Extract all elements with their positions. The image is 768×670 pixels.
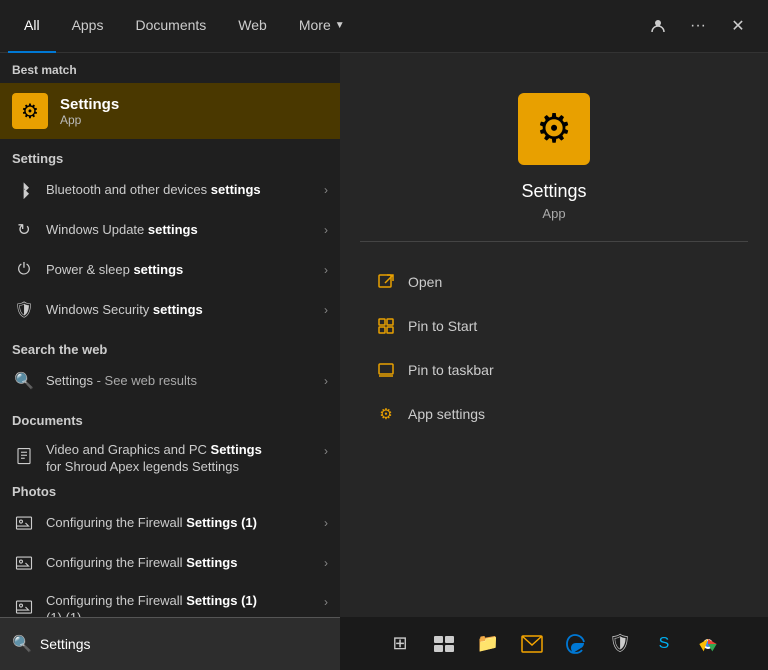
- arrow-icon: ›: [324, 374, 328, 388]
- pin-taskbar-icon: [376, 360, 396, 380]
- open-icon: [376, 272, 396, 292]
- list-item[interactable]: Video and Graphics and PC Settingsfor Sh…: [0, 432, 340, 472]
- list-item[interactable]: Configuring the Firewall Settings (1)(1)…: [0, 583, 340, 617]
- tab-web[interactable]: Web: [222, 0, 283, 53]
- arrow-icon: ›: [324, 556, 328, 570]
- file-explorer-icon[interactable]: 📁: [470, 626, 506, 662]
- person-icon[interactable]: [644, 12, 672, 40]
- photo-icon: [12, 595, 36, 617]
- main-content: Best match ⚙ Settings App Settings Bluet…: [0, 53, 768, 617]
- update-icon: ↻: [12, 218, 36, 242]
- shield-icon: 🛡: [12, 298, 36, 322]
- search-box: 🔍: [0, 617, 340, 670]
- action-app-settings[interactable]: ⚙ App settings: [360, 394, 748, 434]
- arrow-icon: ›: [324, 303, 328, 317]
- action-list: Open Pin to Start Pin to taskbar ⚙ App s…: [360, 262, 748, 434]
- settings-app-icon: ⚙: [12, 93, 48, 129]
- item-text: Bluetooth and other devices settings: [46, 182, 314, 199]
- best-match-info: Settings App: [60, 96, 119, 127]
- search-icon: 🔍: [12, 369, 36, 393]
- task-view-icon[interactable]: [426, 626, 462, 662]
- pin-start-icon: [376, 316, 396, 336]
- start-button[interactable]: ⊞: [382, 626, 418, 662]
- arrow-icon: ›: [324, 263, 328, 277]
- close-icon[interactable]: ✕: [724, 12, 752, 40]
- item-text: Configuring the Firewall Settings (1): [46, 515, 314, 532]
- best-match-label: Best match: [0, 53, 340, 83]
- power-icon: ⏻: [12, 258, 36, 282]
- tab-all[interactable]: All: [8, 0, 56, 53]
- list-item[interactable]: Bluetooth and other devices settings ›: [0, 170, 340, 210]
- list-item[interactable]: 🔍 Settings - See web results ›: [0, 361, 340, 401]
- bluetooth-icon: [12, 178, 36, 202]
- item-text: Power & sleep settings: [46, 262, 314, 279]
- photo-icon: [12, 551, 36, 575]
- list-item[interactable]: 🛡 Windows Security settings ›: [0, 290, 340, 330]
- list-item[interactable]: Configuring the Firewall Settings (1) ›: [0, 503, 340, 543]
- arrow-icon: ›: [324, 595, 328, 609]
- app-type-large: App: [542, 206, 565, 221]
- arrow-icon: ›: [324, 516, 328, 530]
- action-open[interactable]: Open: [360, 262, 748, 302]
- app-settings-icon: ⚙: [376, 404, 396, 424]
- section-label-settings: Settings: [0, 143, 340, 170]
- open-label: Open: [408, 274, 442, 290]
- list-item[interactable]: ⏻ Power & sleep settings ›: [0, 250, 340, 290]
- item-text: Configuring the Firewall Settings (1)(1)…: [46, 593, 314, 617]
- ellipsis-icon[interactable]: ···: [684, 12, 712, 40]
- item-text: Settings - See web results: [46, 373, 314, 390]
- app-icon-large: ⚙: [518, 93, 590, 165]
- action-pin-start[interactable]: Pin to Start: [360, 306, 748, 346]
- tab-more[interactable]: More ▼: [283, 0, 361, 53]
- tab-apps[interactable]: Apps: [56, 0, 120, 53]
- divider: [360, 241, 748, 242]
- section-label-web: Search the web: [0, 334, 340, 361]
- chrome-icon[interactable]: [690, 626, 726, 662]
- item-text: Configuring the Firewall Settings: [46, 555, 314, 572]
- right-panel: ⚙ Settings App Open Pin to Start: [340, 53, 768, 617]
- list-item[interactable]: ↻ Windows Update settings ›: [0, 210, 340, 250]
- list-item[interactable]: Configuring the Firewall Settings ›: [0, 543, 340, 583]
- search-input[interactable]: [40, 636, 328, 652]
- action-pin-taskbar[interactable]: Pin to taskbar: [360, 350, 748, 390]
- arrow-icon: ›: [324, 183, 328, 197]
- chevron-down-icon: ▼: [335, 20, 345, 31]
- mail-icon[interactable]: [514, 626, 550, 662]
- pin-start-label: Pin to Start: [408, 318, 477, 334]
- app-settings-label: App settings: [408, 406, 485, 422]
- left-panel: Best match ⚙ Settings App Settings Bluet…: [0, 53, 340, 617]
- bottom-bar: 🔍 ⊞ 📁 🛡 S: [0, 617, 768, 670]
- item-text: Windows Update settings: [46, 222, 314, 239]
- nav-tabs: All Apps Documents Web More ▼: [8, 0, 644, 53]
- best-match-name: Settings: [60, 96, 119, 113]
- best-match-item[interactable]: ⚙ Settings App: [0, 83, 340, 139]
- best-match-type: App: [60, 113, 119, 127]
- search-icon: 🔍: [12, 634, 32, 654]
- skype-icon[interactable]: S: [646, 626, 682, 662]
- more-label: More: [299, 17, 331, 33]
- item-text: Windows Security settings: [46, 302, 314, 319]
- top-nav: All Apps Documents Web More ▼ ··· ✕: [0, 0, 768, 53]
- pin-taskbar-label: Pin to taskbar: [408, 362, 494, 378]
- arrow-icon: ›: [324, 223, 328, 237]
- section-label-photos: Photos: [0, 476, 340, 503]
- app-name-large: Settings: [521, 181, 586, 202]
- tab-documents[interactable]: Documents: [119, 0, 222, 53]
- item-text: Video and Graphics and PC Settingsfor Sh…: [46, 442, 314, 476]
- taskbar: ⊞ 📁 🛡 S: [340, 626, 768, 662]
- document-icon: [12, 444, 36, 468]
- edge-browser-icon[interactable]: [558, 626, 594, 662]
- arrow-icon: ›: [324, 444, 328, 458]
- photo-icon: [12, 511, 36, 535]
- section-label-documents: Documents: [0, 405, 340, 432]
- security-icon[interactable]: 🛡: [602, 626, 638, 662]
- nav-controls: ··· ✕: [644, 12, 760, 40]
